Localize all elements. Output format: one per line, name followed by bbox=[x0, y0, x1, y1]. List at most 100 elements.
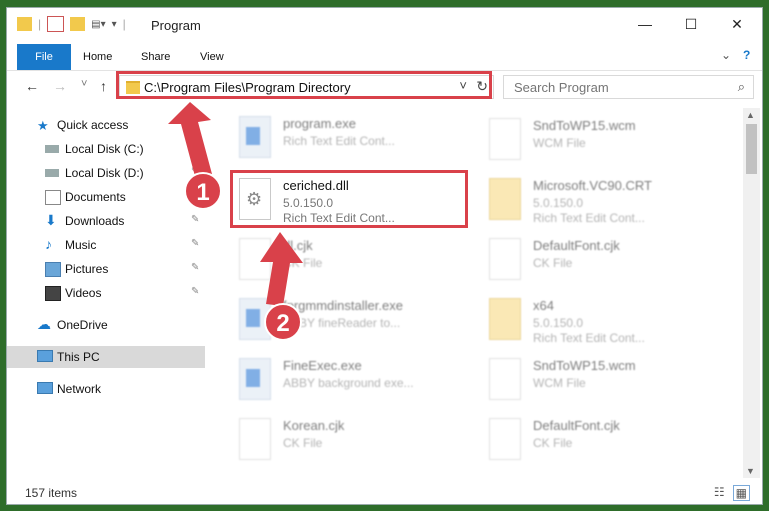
back-button[interactable]: ← bbox=[25, 78, 39, 94]
pin-icon[interactable]: ✎ bbox=[191, 286, 199, 297]
folder-icon bbox=[17, 17, 32, 31]
search-icon[interactable]: ⌕ bbox=[738, 79, 745, 95]
download-icon: ⬇ bbox=[45, 212, 57, 228]
sidebar-item-label: Videos bbox=[65, 286, 102, 300]
documents-icon bbox=[45, 190, 61, 205]
close-button[interactable]: ✕ bbox=[714, 8, 760, 40]
sidebar-item-label: This PC bbox=[57, 350, 100, 364]
maximize-button[interactable]: ☐ bbox=[668, 8, 714, 40]
file-icon bbox=[489, 358, 521, 400]
file-name: FineExec.exe bbox=[283, 358, 362, 373]
file-name: DefaultFont.cjk bbox=[533, 238, 620, 253]
file-item[interactable]: DefaultFont.cjk CK File bbox=[481, 232, 721, 288]
sidebar-item-local-disk-c[interactable]: Local Disk (C:) ✎ bbox=[7, 138, 205, 160]
properties-icon[interactable] bbox=[47, 16, 65, 32]
file-description: Rich Text Edit Cont... bbox=[533, 211, 645, 225]
file-type: CK File bbox=[283, 436, 323, 450]
sidebar-item-label: Pictures bbox=[65, 262, 109, 276]
file-icon bbox=[489, 238, 521, 280]
tab-file[interactable]: File bbox=[17, 44, 71, 70]
sidebar-item-label: Local Disk (D:) bbox=[65, 166, 144, 180]
address-highlight-box bbox=[116, 71, 492, 99]
sidebar-item-label: Downloads bbox=[65, 214, 125, 228]
sidebar-item-label: Local Disk (C:) bbox=[65, 142, 144, 156]
sidebar-item-documents[interactable]: Documents ✎ bbox=[7, 186, 205, 208]
file-name: Korean.cjk bbox=[283, 418, 345, 433]
file-version: 5.0.150.0 bbox=[533, 196, 584, 210]
folder-icon bbox=[489, 298, 521, 340]
customize-qat-icon[interactable]: ▤▾ bbox=[91, 19, 105, 30]
sidebar-item-label: OneDrive bbox=[57, 318, 108, 332]
file-icon bbox=[239, 418, 271, 460]
sidebar-item-music[interactable]: ♪ Music ✎ bbox=[7, 234, 205, 256]
scroll-up-icon[interactable]: ▲ bbox=[746, 110, 755, 120]
search-box[interactable]: ⌕ bbox=[503, 75, 754, 99]
sidebar-item-label: Documents bbox=[65, 190, 126, 204]
pin-icon[interactable]: ✎ bbox=[191, 142, 199, 153]
new-folder-icon[interactable] bbox=[70, 17, 86, 31]
pictures-icon bbox=[45, 262, 61, 277]
sidebar-item-this-pc[interactable]: This PC bbox=[7, 346, 205, 368]
file-name: x64 bbox=[533, 298, 554, 313]
file-item[interactable]: SndToWP15.wcm WCM File bbox=[481, 112, 721, 168]
title-bar: | ▤▾ ▾ | Program — ☐ ✕ bbox=[7, 8, 762, 40]
file-name: dl.cjk bbox=[283, 238, 313, 253]
large-icons-view-icon[interactable]: ▦ bbox=[732, 485, 750, 501]
tab-view[interactable]: View bbox=[200, 44, 224, 70]
expand-ribbon-icon[interactable]: ⌄ bbox=[721, 48, 731, 62]
recent-locations-button[interactable]: ˅ bbox=[81, 78, 87, 90]
folder-icon bbox=[489, 178, 521, 220]
tab-share[interactable]: Share bbox=[141, 44, 170, 70]
forward-button[interactable]: → bbox=[53, 78, 67, 94]
file-icon bbox=[489, 118, 521, 160]
cloud-icon: ☁ bbox=[37, 316, 51, 332]
file-description: ABBY background exe... bbox=[283, 376, 414, 390]
file-item[interactable]: dl.cjk CK File bbox=[231, 232, 471, 288]
file-name: program.exe bbox=[283, 116, 356, 131]
file-name: DefaultFont.cjk bbox=[533, 418, 620, 433]
file-item[interactable]: DefaultFont.cjk CK File bbox=[481, 412, 721, 468]
exe-file-icon bbox=[239, 358, 271, 400]
sidebar-item-downloads[interactable]: ⬇ Downloads ✎ bbox=[7, 210, 205, 232]
file-item[interactable]: program.exe Rich Text Edit Cont... bbox=[231, 110, 471, 166]
file-name: SndToWP15.wcm bbox=[533, 358, 636, 373]
minimize-button[interactable]: — bbox=[622, 8, 668, 40]
sidebar-item-pictures[interactable]: Pictures ✎ bbox=[7, 258, 205, 280]
file-item[interactable]: FineExec.exe ABBY background exe... bbox=[231, 352, 471, 408]
sidebar-item-network[interactable]: Network bbox=[7, 378, 205, 400]
scrollbar-thumb[interactable] bbox=[746, 124, 757, 174]
drive-icon bbox=[45, 169, 59, 177]
folder-item[interactable]: x64 5.0.150.0 Rich Text Edit Cont... bbox=[481, 292, 721, 348]
pin-icon[interactable]: ✎ bbox=[191, 238, 199, 249]
file-item[interactable]: SndToWP15.wcm WCM File bbox=[481, 352, 721, 408]
up-button[interactable]: ↑ bbox=[100, 78, 107, 94]
file-highlight-box bbox=[230, 170, 468, 228]
quick-access-toolbar: | ▤▾ ▾ | bbox=[17, 16, 126, 32]
file-name: Microsoft.VC90.CRT bbox=[533, 178, 652, 193]
scroll-down-icon[interactable]: ▼ bbox=[746, 466, 755, 476]
qat-dropdown-icon[interactable]: ▾ bbox=[112, 19, 117, 30]
view-toggle: ☷ ▦ bbox=[714, 485, 750, 501]
pin-icon[interactable]: ✎ bbox=[191, 214, 199, 225]
file-type: CK File bbox=[283, 256, 323, 270]
help-icon[interactable]: ? bbox=[743, 48, 750, 62]
sidebar-item-onedrive[interactable]: ☁ OneDrive bbox=[7, 314, 205, 336]
tab-home[interactable]: Home bbox=[83, 44, 112, 70]
sidebar-item-videos[interactable]: Videos ✎ bbox=[7, 282, 205, 304]
vertical-scrollbar[interactable]: ▲ ▼ bbox=[743, 108, 760, 478]
drive-icon bbox=[45, 145, 59, 153]
step-badge-1: 1 bbox=[184, 172, 222, 210]
sidebar-item-quick-access[interactable]: ★ Quick access bbox=[7, 114, 205, 136]
sidebar-item-local-disk-d[interactable]: Local Disk (D:) ✎ bbox=[7, 162, 205, 184]
details-view-icon[interactable]: ☷ bbox=[714, 485, 725, 501]
file-name: fprgmmdinstaller.exe bbox=[283, 298, 403, 313]
pin-icon[interactable]: ✎ bbox=[191, 262, 199, 273]
navigation-pane: ★ Quick access Local Disk (C:) ✎ Local D… bbox=[7, 108, 205, 478]
sidebar-item-label: Network bbox=[57, 382, 102, 396]
file-item[interactable]: Korean.cjk CK File bbox=[231, 412, 471, 468]
step-badge-2: 2 bbox=[264, 303, 302, 341]
search-input[interactable] bbox=[512, 79, 716, 96]
sidebar-item-label: Quick access bbox=[57, 118, 129, 132]
folder-item[interactable]: Microsoft.VC90.CRT 5.0.150.0 Rich Text E… bbox=[481, 172, 721, 228]
file-version: 5.0.150.0 bbox=[533, 316, 584, 330]
